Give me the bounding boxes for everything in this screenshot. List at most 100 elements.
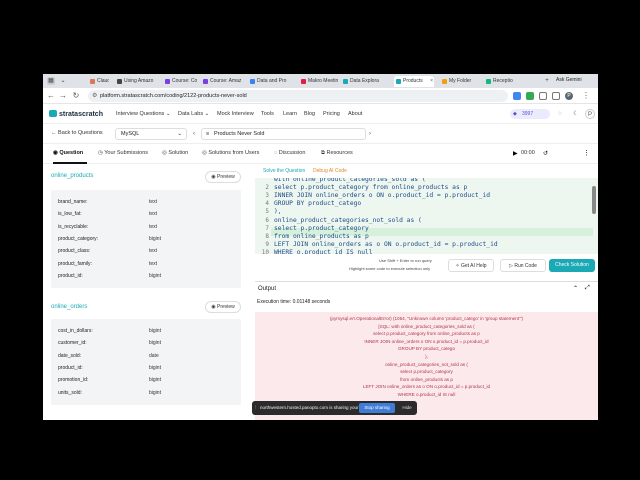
forward-arrow-icon[interactable]: → xyxy=(58,91,68,100)
browser-profile-avatar[interactable]: P xyxy=(565,92,573,100)
column-type: text xyxy=(149,260,158,267)
language-select[interactable]: MySQL ⌄ xyxy=(115,128,187,140)
browser-tab[interactable]: Makro Meetin xyxy=(299,76,339,87)
tab-debug-ai-code[interactable]: Debug AI Code xyxy=(313,168,347,174)
tab-label: Products xyxy=(403,78,423,84)
browser-tab[interactable]: Using Amazo xyxy=(115,76,159,87)
browser-tab[interactable]: Course: Amaz xyxy=(201,76,245,87)
tab-search-icon[interactable]: ⌄ xyxy=(59,77,67,85)
menu-pricing[interactable]: Pricing xyxy=(323,111,340,117)
stop-sharing-button[interactable]: Stop sharing xyxy=(359,403,395,413)
more-icon[interactable]: ⋮ xyxy=(583,149,590,157)
menu-blog[interactable]: Blog xyxy=(304,111,315,117)
reload-icon[interactable]: ↻ xyxy=(71,91,81,100)
back-to-questions-link[interactable]: ← Back to Questions xyxy=(51,130,103,136)
next-question-button[interactable]: › xyxy=(365,128,375,140)
column-name: date_sold: xyxy=(58,352,82,359)
tab-question[interactable]: ◉ Question xyxy=(53,150,83,156)
column-name: product_class: xyxy=(58,248,91,255)
preview-button[interactable]: ◉ Preview xyxy=(205,301,241,313)
tab-favicon-icon xyxy=(165,79,170,84)
column-type: bigint xyxy=(149,389,161,396)
new-tab-icon[interactable]: + xyxy=(543,77,551,85)
menu-data-labs[interactable]: Data Labs ⌄ xyxy=(178,111,209,117)
sidebar-icon[interactable] xyxy=(552,92,560,100)
chevron-up-icon[interactable]: ⌃ xyxy=(573,285,578,292)
get-ai-help-button[interactable]: ✧ Get AI Help xyxy=(448,259,494,272)
check-solution-button[interactable]: Check Solution xyxy=(549,259,595,272)
tab-discussion[interactable]: ◌ Discussion xyxy=(274,150,305,156)
notification-icon[interactable]: ◌ xyxy=(555,109,565,119)
browser-menu-icon[interactable]: ⋮ xyxy=(581,91,591,100)
reset-icon[interactable]: ↺ xyxy=(543,150,548,157)
browser-tab[interactable]: Receptio xyxy=(484,76,524,87)
screen-sharing-banner: ⁞ northwestern.hosted.panopto.com is sha… xyxy=(252,401,417,415)
tab-favicon-icon xyxy=(343,79,348,84)
column-type: text xyxy=(149,199,158,205)
diamond-icon: ◆ xyxy=(513,111,517,117)
preview-button[interactable]: ◉ Preview xyxy=(205,171,241,183)
extension-icon-2[interactable] xyxy=(526,92,534,100)
stratascratch-logo[interactable]: stratascratch xyxy=(49,110,103,118)
question-select[interactable]: ≡ Products Never Sold xyxy=(201,128,366,140)
schema-row: date_sold: date xyxy=(51,350,241,362)
browser-tab[interactable]: Products × xyxy=(394,76,434,87)
menu-interview-questions[interactable]: Interview Questions ⌄ xyxy=(116,111,170,117)
schema-row: product_id: bigint xyxy=(51,270,241,282)
execution-time: Execution time: 0.01148 seconds xyxy=(257,299,331,305)
code-editor[interactable]: with online_product_categories_sold as (… xyxy=(255,178,598,254)
column-name: customer_id: xyxy=(58,340,87,347)
back-arrow-icon[interactable]: ← xyxy=(46,91,56,100)
drag-handle-icon[interactable]: ⁞ xyxy=(255,405,256,410)
menu-learn[interactable]: Learn xyxy=(283,111,297,117)
expand-icon[interactable]: ⤢ xyxy=(585,285,590,292)
prev-question-button[interactable]: ‹ xyxy=(189,128,199,140)
tab-resources[interactable]: ⧉ Resources xyxy=(321,150,353,157)
user-avatar[interactable]: P xyxy=(585,109,595,119)
sharing-text: northwestern.hosted.panopto.com is shari… xyxy=(260,405,375,410)
line-number: 9 xyxy=(265,240,269,248)
browser-tab[interactable]: Data and Pro xyxy=(248,76,292,87)
moon-icon[interactable]: ☾ xyxy=(571,109,581,119)
extension-icon[interactable] xyxy=(513,92,521,100)
browser-tab[interactable]: My Folder xyxy=(440,76,480,87)
schema-row: product_category: bigint xyxy=(51,233,241,245)
hide-banner-button[interactable]: Hide xyxy=(399,403,415,413)
schema-row: is_recyclable: text xyxy=(51,221,241,233)
menu-tools[interactable]: Tools xyxy=(261,111,274,117)
tab-solution[interactable]: ◎ Solution xyxy=(162,150,188,156)
schema-row: brand_name: text xyxy=(51,196,241,208)
tab-solve-question[interactable]: Solve the Question xyxy=(263,168,305,174)
column-name: product_id: xyxy=(58,364,83,371)
menu-mock-interview[interactable]: Mock Interview xyxy=(217,111,254,117)
plan-badge[interactable]: ◆ 3997 xyxy=(510,109,550,119)
column-name: promotion_id: xyxy=(58,377,89,384)
tab-solutions-from-users[interactable]: ◎ Solutions from Users xyxy=(202,150,259,156)
question-nav-tabs: ◉ Question ◷ Your Submissions ◎ Solution… xyxy=(43,144,598,164)
column-type: bigint xyxy=(149,364,161,371)
error-line: INNER JOIN online_orders o ON o.product_… xyxy=(364,338,489,344)
url-input[interactable]: ⚙ platform.stratascratch.com/coding/2122… xyxy=(88,90,508,102)
active-tab-underline xyxy=(53,162,87,164)
browser-tab[interactable]: Data Explora xyxy=(341,76,391,87)
run-code-button[interactable]: ▷ Run Code xyxy=(500,259,546,272)
schema-row: cost_in_dollars: bigint xyxy=(51,325,241,337)
puzzle-icon[interactable] xyxy=(539,92,547,100)
tab-groups-icon[interactable]: ▦ xyxy=(47,77,55,85)
site-info-icon[interactable]: ⚙ xyxy=(92,90,97,102)
play-icon[interactable]: ▶ xyxy=(513,150,518,157)
browser-tab[interactable]: Course: Conte xyxy=(163,76,197,87)
site-header: stratascratch Interview Questions ⌄ Data… xyxy=(43,104,598,124)
tab-favicon-icon xyxy=(203,79,208,84)
close-tab-icon[interactable]: × xyxy=(430,76,433,87)
editor-scrollbar[interactable] xyxy=(592,186,596,214)
tab-your-submissions[interactable]: ◷ Your Submissions xyxy=(98,150,148,156)
browser-tab[interactable]: Claude xyxy=(88,76,109,87)
tab-label: Claude xyxy=(97,78,109,84)
menu-about[interactable]: About xyxy=(348,111,362,117)
schema-row: product_family: text xyxy=(51,258,241,270)
schema-row: product_class: text xyxy=(51,245,241,257)
ask-gemini-button[interactable]: Ask Gemini xyxy=(556,77,582,83)
line-number: 6 xyxy=(265,216,269,224)
preview-label: Preview xyxy=(216,304,235,310)
